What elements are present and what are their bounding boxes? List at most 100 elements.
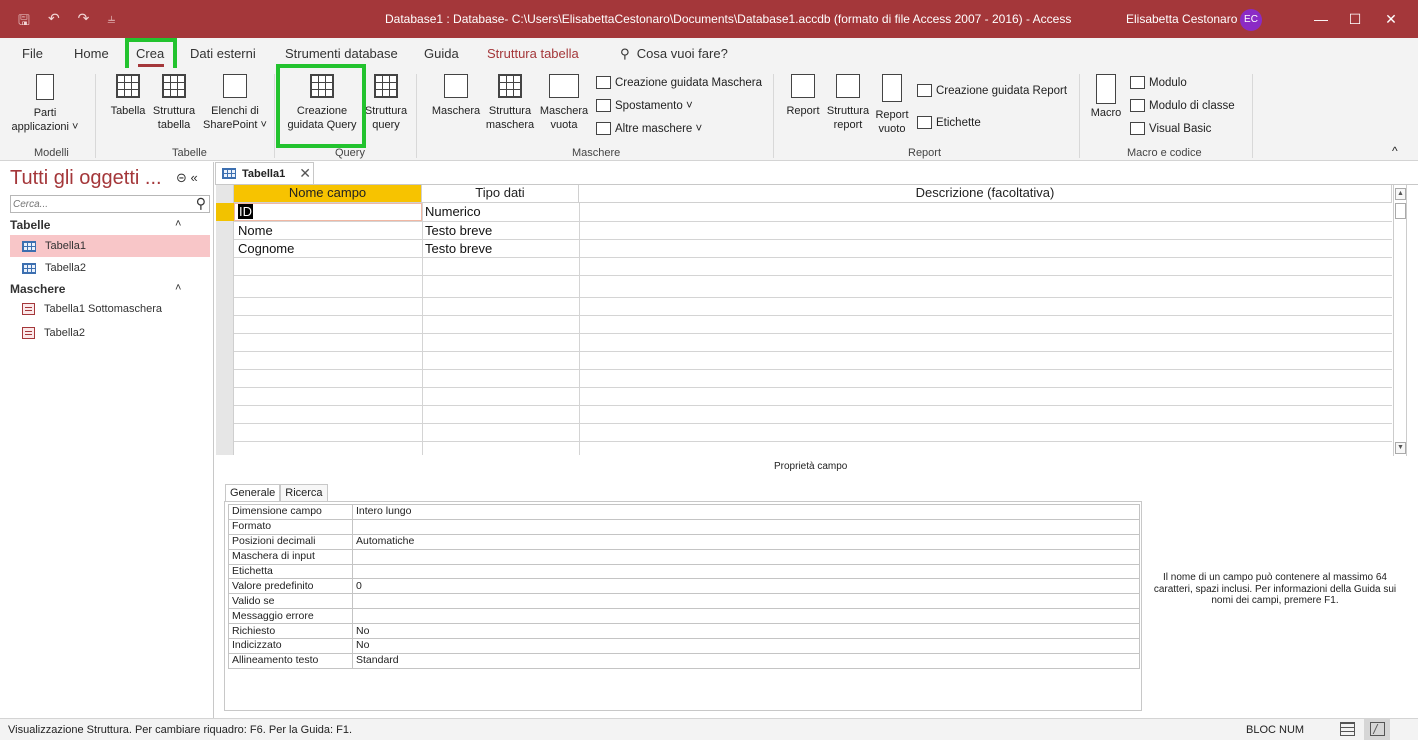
modulo-button[interactable]: Modulo [1130,76,1187,89]
row-divider [234,441,1392,442]
creazione-guidata-maschera-button[interactable]: Creazione guidata Maschera [596,76,762,89]
row-selector-column [216,185,234,455]
property-value[interactable] [352,518,1140,535]
report-button[interactable]: Report [783,74,823,118]
group-separator [773,74,774,158]
nav-menu-icon[interactable]: ⊝ [176,170,187,185]
nav-item-label: Tabella2 [44,327,85,339]
table-design-grid: Nome campo Tipo dati Descrizione (facolt… [216,185,1392,455]
datasheet-view-icon[interactable] [1340,722,1355,736]
section-label: Tabelle [10,218,51,232]
report-icon [791,74,815,98]
minimize-icon[interactable]: — [1306,6,1336,32]
property-value[interactable]: 0 [352,578,1140,595]
field-properties-panel: Dimensione campo Intero lungo Formato Pos… [224,501,1142,711]
collapse-ribbon-icon[interactable]: ^ [1392,144,1398,158]
data-type-cell[interactable]: Testo breve [425,223,492,238]
undo-icon[interactable]: ↶ [48,10,60,34]
property-value[interactable] [352,608,1140,625]
field-name-cell[interactable]: ID [238,204,253,219]
column-header-nome-campo[interactable]: Nome campo [234,185,422,203]
data-type-cell[interactable]: Testo breve [425,241,492,256]
document-tab-tabella1[interactable]: Tabella1 ✕ [215,162,314,184]
report-vuoto-label-2: vuoto [878,123,906,135]
visual-basic-button[interactable]: Visual Basic [1130,122,1211,135]
column-header-descrizione[interactable]: Descrizione (facoltativa) [579,185,1392,203]
nav-item-tabella1-sottomaschera[interactable]: Tabella1 Sottomaschera [10,298,210,320]
table-icon [116,74,140,98]
maschera-vuota-button[interactable]: Maschera vuota [536,74,592,132]
tab-file[interactable]: File [22,46,43,61]
row-divider [234,315,1392,316]
creazione-report-label: Creazione guidata Report [936,84,1068,97]
property-value[interactable] [352,563,1140,580]
field-name-cell[interactable]: Cognome [238,241,294,256]
report-vuoto-button[interactable]: Report vuoto [873,74,911,136]
maximize-icon[interactable]: ☐ [1340,6,1370,32]
field-name-cell[interactable]: Nome [238,223,273,238]
tell-me-search[interactable]: ⚲ Cosa vuoi fare? [620,46,728,62]
nav-item-tabella2[interactable]: Tabella2 [10,257,210,279]
column-header-tipo-dati[interactable]: Tipo dati [422,185,579,203]
elenchi-sharepoint-button[interactable]: Elenchi di SharePoint ˅ [200,74,270,132]
property-value[interactable]: No [352,623,1140,640]
table-design-icon [162,74,186,98]
etichette-button[interactable]: Etichette [917,116,981,129]
tab-generale[interactable]: Generale [225,484,281,502]
nav-search-box[interactable]: ⚲ [10,195,210,213]
property-value[interactable] [352,593,1140,610]
spostamento-button[interactable]: Spostamento ˅ [596,99,693,112]
search-icon[interactable]: ⚲ [196,195,206,212]
elenchi-label-2: SharePoint ˅ [203,119,267,131]
struttura-report-button[interactable]: Struttura report [823,74,873,132]
close-icon[interactable]: ✕ [1376,6,1406,32]
tab-struttura-tabella[interactable]: Struttura tabella [487,46,579,61]
nav-item-tabella2-form[interactable]: Tabella2 [10,322,210,344]
shutter-close-icon[interactable]: « [191,170,198,185]
modulo-classe-button[interactable]: Modulo di classe [1130,99,1235,112]
property-value[interactable]: No [352,638,1140,654]
property-value[interactable] [352,548,1140,565]
customize-icon[interactable]: ⫨ [107,10,115,34]
tabella-button[interactable]: Tabella [108,74,148,118]
cell-field-name-active[interactable] [234,203,422,221]
nav-section-maschere[interactable]: Maschere ˄ [10,282,181,296]
elenchi-label-1: Elenchi di [211,105,259,117]
search-input[interactable] [11,196,191,213]
maschera-button[interactable]: Maschera [428,74,484,118]
scroll-down-icon[interactable]: ▼ [1395,442,1406,454]
macro-icon [1096,74,1116,104]
parti-applicazioni-button[interactable]: Parti applicazioni ˅ [10,74,80,134]
altre-maschere-button[interactable]: Altre maschere ˅ [596,122,702,135]
data-type-cell[interactable]: Numerico [425,204,481,219]
struttura-query-button[interactable]: Struttura query [363,74,409,132]
tab-ricerca[interactable]: Ricerca [280,484,328,502]
property-value[interactable]: Standard [352,652,1140,669]
tab-home[interactable]: Home [74,46,109,61]
struttura-maschera-button[interactable]: Struttura maschera [484,74,536,132]
property-value[interactable]: Automatiche [352,533,1140,550]
user-name[interactable]: Elisabetta Cestonaro [1126,12,1237,26]
tab-guida[interactable]: Guida [424,46,459,61]
row-selector-current[interactable] [216,203,234,221]
nav-item-tabella1[interactable]: Tabella1 [10,235,210,257]
grid-vertical-scrollbar[interactable]: ▲ ▼ [1393,185,1407,456]
tab-strumenti-database[interactable]: Strumenti database [285,46,398,61]
close-tab-icon[interactable]: ✕ [299,165,311,182]
redo-icon[interactable]: ↷ [78,10,90,34]
scroll-up-icon[interactable]: ▲ [1395,188,1406,200]
nav-section-tabelle[interactable]: Tabelle ˄ [10,218,182,232]
creazione-guidata-report-button[interactable]: Creazione guidata Report [917,84,1067,97]
scroll-thumb[interactable] [1395,203,1406,219]
table-row: Richiesto No [228,623,1140,640]
macro-button[interactable]: Macro [1086,74,1126,120]
tab-dati-esterni[interactable]: Dati esterni [190,46,256,61]
save-icon[interactable]: 🖫 [18,10,30,34]
property-value[interactable]: Intero lungo [352,504,1140,520]
property-label: Allineamento testo [228,652,353,669]
struttura-tabella-button[interactable]: Struttura tabella [148,74,200,132]
design-view-icon[interactable] [1370,722,1385,736]
collapse-icon: ˄ [175,218,182,230]
avatar[interactable]: EC [1240,9,1262,31]
nav-pane-title[interactable]: Tutti gli oggetti ... [10,167,162,190]
